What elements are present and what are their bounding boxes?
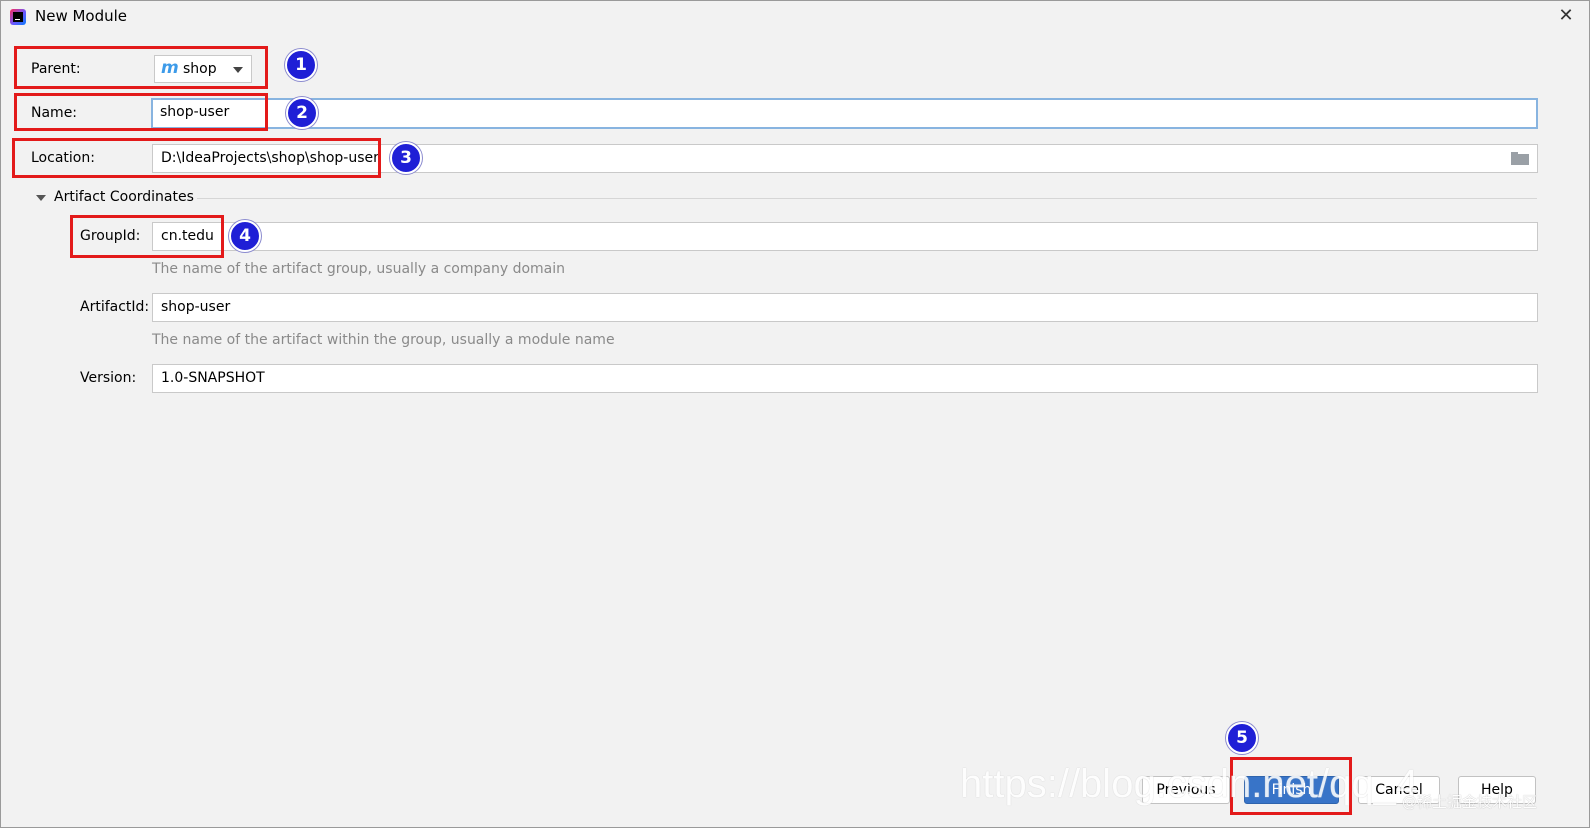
- annotation-box-name: [14, 93, 268, 131]
- blog-watermark: https://blog.csdn.net/qq_4: [960, 762, 1419, 806]
- annotation-box-location: [12, 138, 381, 178]
- artifactid-label: ArtifactId:: [80, 299, 150, 315]
- groupid-field[interactable]: cn.tedu: [152, 222, 1538, 251]
- close-icon[interactable]: ✕: [1554, 4, 1578, 28]
- version-field[interactable]: 1.0-SNAPSHOT: [152, 364, 1538, 393]
- community-watermark: @稀土掘金技术社区: [1402, 793, 1538, 811]
- groupid-hint: The name of the artifact group, usually …: [152, 261, 565, 277]
- annotation-badge-2: 2: [286, 97, 318, 129]
- annotation-box-groupid: [70, 215, 224, 258]
- version-label: Version:: [80, 370, 137, 386]
- annotation-badge-3: 3: [390, 142, 422, 174]
- annotation-box-parent: [14, 46, 268, 89]
- section-divider: [197, 198, 1537, 199]
- annotation-badge-1: 1: [285, 49, 317, 81]
- artifactid-hint: The name of the artifact within the grou…: [152, 332, 615, 348]
- annotation-badge-4: 4: [229, 220, 261, 252]
- annotation-badge-5: 5: [1226, 722, 1258, 754]
- name-field[interactable]: shop-user: [151, 98, 1538, 129]
- section-title: Artifact Coordinates: [54, 189, 194, 205]
- intellij-app-icon: [10, 9, 26, 25]
- triangle-down-icon: [36, 195, 46, 201]
- window-title: New Module: [35, 7, 128, 25]
- folder-browse-icon[interactable]: [1511, 152, 1529, 165]
- artifactid-field[interactable]: shop-user: [152, 293, 1538, 322]
- title-bar: New Module ✕: [0, 0, 1590, 34]
